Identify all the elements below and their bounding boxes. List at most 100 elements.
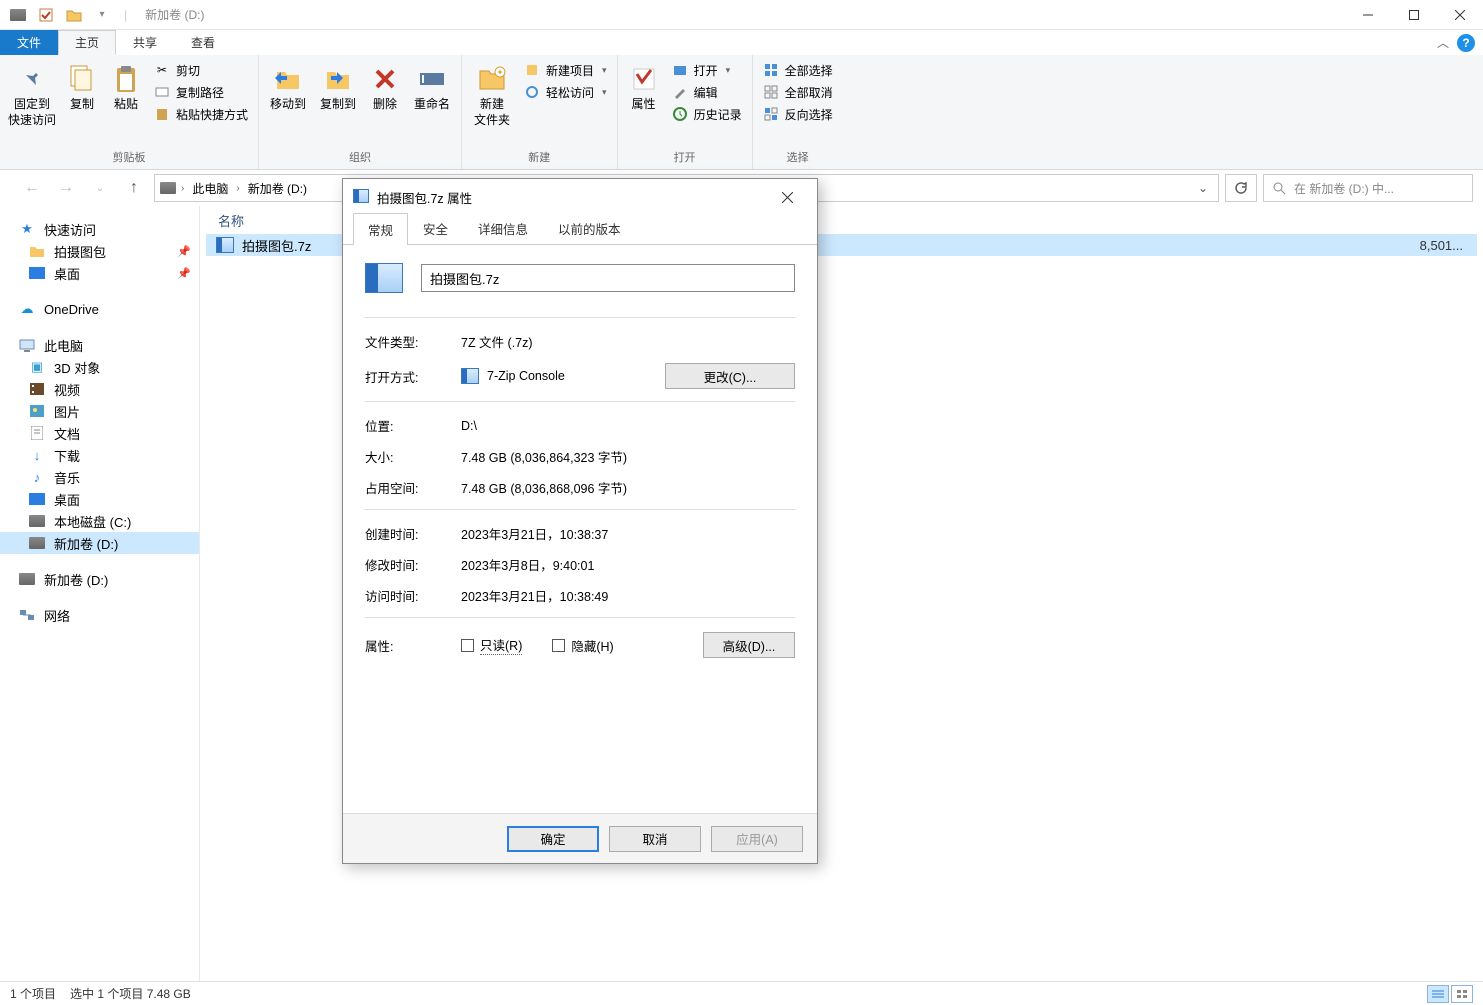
file-size-truncated: 8,501... (1420, 238, 1477, 253)
addr-drive-icon (159, 180, 177, 196)
move-to-button[interactable]: 移动到 (265, 59, 311, 117)
sidebar-onedrive[interactable]: ☁ OneDrive (0, 298, 199, 320)
open-button[interactable]: 打开▾ (668, 59, 746, 81)
hidden-checkbox[interactable]: 隐藏(H) (552, 635, 613, 655)
dialog-tab-details[interactable]: 详细信息 (463, 212, 543, 244)
sidebar-qa-item-0[interactable]: 拍摄图包 📌 (0, 240, 199, 262)
status-selected: 选中 1 个项目 7.48 GB (70, 985, 191, 1002)
download-icon: ↓ (28, 447, 46, 463)
copy-button[interactable]: 复制 (62, 59, 102, 117)
sidebar-network[interactable]: 网络 (0, 604, 199, 626)
edit-button[interactable]: 编辑 (668, 81, 746, 103)
copy-to-button[interactable]: 复制到 (315, 59, 361, 117)
filename-input[interactable] (421, 264, 795, 292)
nav-up-button[interactable]: ↑ (120, 174, 148, 202)
titlebar-separator: | (120, 8, 131, 22)
sidebar-quick-access[interactable]: ★ 快速访问 (0, 218, 199, 240)
delete-button[interactable]: 删除 (365, 59, 405, 117)
ribbon-collapse-icon[interactable]: ︿ (1437, 34, 1449, 51)
breadcrumb-this-pc[interactable]: 此电脑 (188, 180, 232, 197)
cut-button[interactable]: ✂剪切 (150, 59, 252, 81)
onedrive-icon: ☁ (18, 301, 36, 317)
search-input[interactable]: 在 新加卷 (D:) 中... (1263, 174, 1473, 202)
rename-button[interactable]: 重命名 (409, 59, 455, 117)
view-large-icons-button[interactable] (1451, 985, 1473, 1003)
sidebar-pc-music[interactable]: ♪音乐 (0, 466, 199, 488)
sidebar-pc-c-drive[interactable]: 本地磁盘 (C:) (0, 510, 199, 532)
invert-selection-button[interactable]: 反向选择 (759, 103, 837, 125)
chevron-right-icon[interactable]: › (236, 183, 239, 194)
new-folder-button[interactable]: ✦ 新建 文件夹 (468, 59, 516, 132)
drive-icon (18, 571, 36, 587)
paste-shortcut-icon (154, 106, 170, 122)
ribbon-group-clipboard: 固定到 快速访问 复制 粘贴 ✂剪切 复制路径 粘贴快捷方式 剪贴板 (0, 55, 259, 169)
sidebar-pc-documents[interactable]: 文档 (0, 422, 199, 444)
qat-dropdown-icon[interactable]: ▾ (92, 5, 112, 25)
nav-back-button[interactable]: ← (18, 174, 46, 202)
dialog-body: 文件类型: 7Z 文件 (.7z) 打开方式: 7-Zip Console 更改… (343, 245, 817, 813)
copy-path-button[interactable]: 复制路径 (150, 81, 252, 103)
tab-view[interactable]: 查看 (174, 30, 232, 55)
ribbon-group-organize: 移动到 复制到 删除 重命名 组织 (259, 55, 462, 169)
properties-button[interactable]: 属性 (624, 59, 664, 117)
file-type-icon (365, 263, 403, 293)
dialog-title: 拍摄图包.7z 属性 (377, 188, 472, 207)
qat-folder-icon[interactable] (64, 5, 84, 25)
new-item-button[interactable]: 新建项目▾ (520, 59, 611, 81)
sidebar-pc-desktop[interactable]: 桌面 (0, 488, 199, 510)
sidebar-d-drive-root[interactable]: 新加卷 (D:) (0, 568, 199, 590)
tab-home[interactable]: 主页 (58, 30, 116, 55)
dialog-titlebar[interactable]: 拍摄图包.7z 属性 (343, 179, 817, 215)
easy-access-button[interactable]: 轻松访问▾ (520, 81, 611, 103)
sidebar-pc-3d[interactable]: ▣3D 对象 (0, 356, 199, 378)
label-accessed: 访问时间: (365, 586, 461, 605)
address-dropdown-icon[interactable]: ⌄ (1192, 181, 1214, 195)
select-none-button[interactable]: 全部取消 (759, 81, 837, 103)
sidebar-qa-item-1[interactable]: 桌面 📌 (0, 262, 199, 284)
minimize-button[interactable] (1345, 0, 1391, 30)
pin-to-quick-access-button[interactable]: 固定到 快速访问 (6, 59, 58, 132)
file-name: 拍摄图包.7z (242, 236, 311, 255)
dialog-tab-previous[interactable]: 以前的版本 (543, 212, 636, 244)
document-icon (28, 425, 46, 441)
close-button[interactable] (1437, 0, 1483, 30)
history-button[interactable]: 历史记录 (668, 103, 746, 125)
7z-file-icon (216, 237, 234, 253)
ribbon-group-open: 属性 打开▾ 编辑 历史记录 打开 (618, 55, 753, 169)
dialog-footer: 确定 取消 应用(A) (343, 813, 817, 863)
chevron-right-icon[interactable]: › (181, 183, 184, 194)
readonly-checkbox[interactable]: 只读(R) (461, 635, 522, 655)
tab-file[interactable]: 文件 (0, 30, 58, 55)
sidebar-pc-videos[interactable]: 视频 (0, 378, 199, 400)
sidebar-this-pc[interactable]: 此电脑 (0, 334, 199, 356)
ok-button[interactable]: 确定 (507, 826, 599, 852)
label-location: 位置: (365, 416, 461, 435)
easy-access-icon (524, 84, 540, 100)
refresh-button[interactable] (1225, 174, 1257, 202)
breadcrumb-drive[interactable]: 新加卷 (D:) (244, 180, 311, 197)
label-created: 创建时间: (365, 524, 461, 543)
music-icon: ♪ (28, 469, 46, 485)
dialog-tab-security[interactable]: 安全 (408, 212, 463, 244)
select-all-button[interactable]: 全部选择 (759, 59, 837, 81)
dialog-tab-general[interactable]: 常规 (353, 213, 408, 245)
qat-checkbox-icon[interactable] (36, 5, 56, 25)
advanced-button[interactable]: 高级(D)... (703, 632, 795, 658)
paste-icon (110, 63, 142, 95)
dialog-close-button[interactable] (767, 182, 807, 212)
nav-recent-dropdown[interactable]: ⌄ (86, 174, 114, 202)
view-details-button[interactable] (1427, 985, 1449, 1003)
delete-icon (369, 63, 401, 95)
sidebar-pc-downloads[interactable]: ↓下载 (0, 444, 199, 466)
help-icon[interactable]: ? (1457, 34, 1475, 52)
paste-button[interactable]: 粘贴 (106, 59, 146, 117)
tab-share[interactable]: 共享 (116, 30, 174, 55)
sidebar-pc-pictures[interactable]: 图片 (0, 400, 199, 422)
nav-forward-button[interactable]: → (52, 174, 80, 202)
change-open-with-button[interactable]: 更改(C)... (665, 363, 795, 389)
paste-shortcut-button[interactable]: 粘贴快捷方式 (150, 103, 252, 125)
sidebar-pc-d-drive[interactable]: 新加卷 (D:) (0, 532, 199, 554)
maximize-button[interactable] (1391, 0, 1437, 30)
apply-button[interactable]: 应用(A) (711, 826, 803, 852)
cancel-button[interactable]: 取消 (609, 826, 701, 852)
